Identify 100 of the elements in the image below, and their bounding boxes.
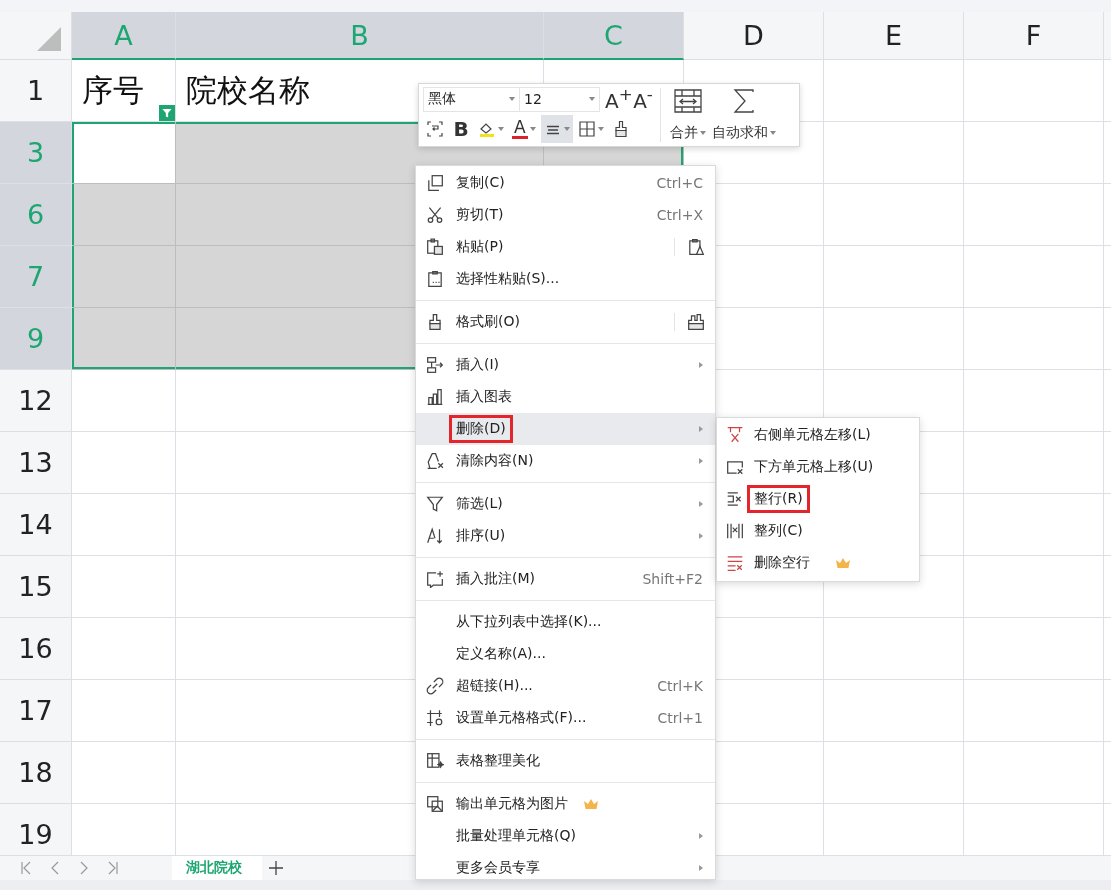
menu-item[interactable]: 输出单元格为图片 <box>416 788 715 820</box>
shortcut-label: Ctrl+C <box>656 175 703 191</box>
caret-icon <box>700 131 706 135</box>
first-sheet-icon[interactable] <box>20 860 32 876</box>
eraser-icon <box>426 452 444 470</box>
clipboard-text-icon[interactable] <box>687 238 705 256</box>
menu-label: 删除空行 <box>753 553 811 572</box>
column-header[interactable]: F <box>964 12 1104 60</box>
brush-double-icon[interactable] <box>687 313 705 331</box>
row-header[interactable]: 15 <box>0 556 72 618</box>
menu-item[interactable]: 排序(U) <box>416 520 715 552</box>
font-name-value: 黑体 <box>428 90 456 108</box>
row-header[interactable]: 16 <box>0 618 72 680</box>
crown-icon <box>583 798 599 810</box>
menu-item[interactable]: 下方单元格上移(U) <box>717 451 919 483</box>
menu-item[interactable]: 整列(C) <box>717 515 919 547</box>
comment-icon <box>426 570 444 588</box>
lines-x-icon <box>726 554 744 572</box>
caret-icon <box>597 127 604 131</box>
menu-label: 排序(U) <box>455 526 507 545</box>
menu-item[interactable]: 插入(I) <box>416 349 715 381</box>
next-sheet-icon[interactable] <box>78 860 90 876</box>
insert-rows-icon <box>426 356 444 374</box>
menu-item[interactable]: 剪切(T) Ctrl+X <box>416 199 715 231</box>
row-header[interactable]: 1 <box>0 60 72 122</box>
font-size-value: 12 <box>524 91 542 107</box>
decrease-font-button[interactable]: A$^{-}$ <box>632 87 654 111</box>
menu-item[interactable]: 更多会员专享 <box>416 852 715 884</box>
row-header[interactable]: 19 <box>0 804 72 855</box>
picture-frame-icon <box>426 795 444 813</box>
merge-button[interactable]: 合并 <box>667 86 709 144</box>
caret-icon <box>770 131 776 135</box>
menu-label: 粘贴(P) <box>455 237 505 256</box>
menu-item[interactable]: 清除内容(N) <box>416 445 715 477</box>
menu-item[interactable]: 超链接(H)... Ctrl+K <box>416 670 715 702</box>
menu-label: 清除内容(N) <box>455 451 535 470</box>
menu-item[interactable]: 格式刷(O) <box>416 306 715 338</box>
last-sheet-icon[interactable] <box>107 860 119 876</box>
menu-label: 下方单元格上移(U) <box>753 457 875 476</box>
menu-item[interactable]: 复制(C) Ctrl+C <box>416 167 715 199</box>
menu-item[interactable]: 右侧单元格左移(L) <box>717 419 919 451</box>
submenu-arrow-icon <box>699 501 703 507</box>
caret-icon <box>589 97 595 101</box>
menu-label: 表格整理美化 <box>455 751 541 770</box>
menu-label: 选择性粘贴(S)... <box>455 269 561 288</box>
menu-item[interactable]: 定义名称(A)... <box>416 638 715 670</box>
bracket-frame-icon <box>426 120 444 138</box>
autosum-label: 自动求和 <box>712 124 768 142</box>
menu-item[interactable]: 删除(D) <box>416 413 715 445</box>
menu-label: 整行(R) <box>747 485 810 513</box>
menu-item[interactable]: 批量处理单元格(Q) <box>416 820 715 852</box>
menu-label: 剪切(T) <box>455 205 505 224</box>
columns-icon <box>726 522 744 540</box>
menu-label: 设置单元格格式(F)... <box>455 708 588 727</box>
menu-item[interactable]: 插入图表 <box>416 381 715 413</box>
border-grid-icon <box>577 120 596 138</box>
column-header[interactable]: E <box>824 12 964 60</box>
menu-item[interactable]: 表格整理美化 <box>416 745 715 777</box>
merge-label: 合并 <box>670 124 698 142</box>
font-size-dropdown[interactable]: 12 <box>520 86 600 112</box>
filter-icon[interactable] <box>159 105 175 121</box>
menu-item[interactable]: 设置单元格格式(F)... Ctrl+1 <box>416 702 715 734</box>
shortcut-label: Ctrl+X <box>656 207 703 223</box>
menu-item[interactable]: 整行(R) <box>717 483 919 515</box>
submenu-arrow-icon <box>699 533 703 539</box>
row-header[interactable]: 18 <box>0 742 72 804</box>
autosum-button[interactable]: 自动求和 <box>709 86 779 144</box>
menu-item[interactable]: 筛选(L) <box>416 488 715 520</box>
menu-label: 右侧单元格左移(L) <box>753 425 872 444</box>
table-sparkle-icon <box>426 752 444 770</box>
submenu-arrow-icon <box>699 833 703 839</box>
add-sheet-icon[interactable] <box>268 860 284 876</box>
caret-icon <box>509 97 515 101</box>
clipboard-icon <box>426 238 444 256</box>
previous-sheet-icon[interactable] <box>49 860 61 876</box>
cells-x-icon <box>726 426 744 444</box>
submenu-arrow-icon <box>699 362 703 368</box>
row-header[interactable]: 14 <box>0 494 72 556</box>
bar-chart-icon <box>426 388 444 406</box>
submenu-arrow-icon <box>699 458 703 464</box>
menu-item[interactable]: 从下拉列表中选择(K)... <box>416 606 715 638</box>
menu-label: 插入(I) <box>455 355 501 374</box>
column-header[interactable]: D <box>684 12 824 60</box>
menu-label: 批量处理单元格(Q) <box>455 826 577 845</box>
menu-label: 更多会员专享 <box>455 858 541 877</box>
row-header[interactable]: 12 <box>0 370 72 432</box>
row-header[interactable]: 17 <box>0 680 72 742</box>
menu-item[interactable]: 选择性粘贴(S)... <box>416 263 715 295</box>
menu-label: 格式刷(O) <box>455 312 521 331</box>
font-name-dropdown[interactable]: 黑体 <box>423 86 520 112</box>
menu-label: 插入批注(M) <box>455 569 536 588</box>
sort-icon <box>426 527 444 545</box>
menu-item[interactable]: 删除空行 <box>717 547 919 579</box>
submenu-arrow-icon <box>699 426 703 432</box>
shortcut-label: Ctrl+1 <box>657 710 703 726</box>
row-header[interactable]: 13 <box>0 432 72 494</box>
caret-icon <box>498 127 504 131</box>
menu-item[interactable]: 插入批注(M) Shift+F2 <box>416 563 715 595</box>
menu-item[interactable]: 粘贴(P) <box>416 231 715 263</box>
align-button[interactable] <box>540 115 573 143</box>
